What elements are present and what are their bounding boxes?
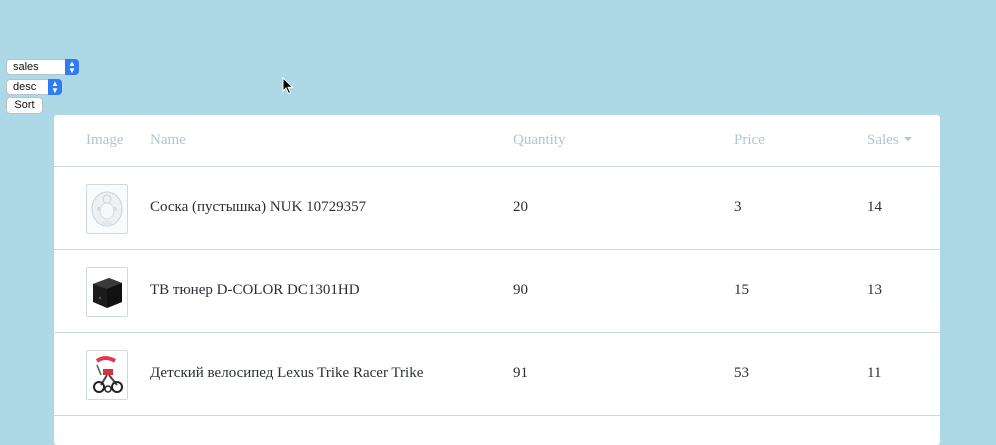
select-stepper-icon: ▲ ▼ [65,59,79,75]
mouse-pointer-icon [282,77,294,95]
cell-name: ТВ тюнер D-COLOR DC1301HD [150,282,360,298]
table-row[interactable]: Детский велосипед Lexus Trike Racer Trik… [54,333,940,416]
column-header-quantity[interactable]: Quantity [513,132,566,149]
select-stepper-icon: ▲ ▼ [48,79,62,95]
column-header-image[interactable]: Image [86,132,123,149]
cell-quantity: 20 [513,199,528,215]
column-header-sales[interactable]: Sales [867,132,912,149]
cell-price: 3 [734,199,742,215]
table-row[interactable]: ТВ тюнер D-COLOR DC1301HD 90 15 13 [54,250,940,333]
cell-sales: 13 [867,282,882,298]
cell-price: 15 [734,282,749,298]
sort-order-select-value: desc [13,81,37,93]
sort-order-select[interactable]: desc ▲ ▼ [6,79,62,95]
column-header-price[interactable]: Price [734,132,765,149]
sort-by-select-value: sales [13,61,39,73]
pacifier-photo-icon [86,184,128,234]
column-header-name[interactable]: Name [150,132,186,149]
cell-name: Детский велосипед Lexus Trike Racer Trik… [150,365,424,381]
sort-desc-caret-icon [903,137,912,141]
cell-quantity: 91 [513,365,528,381]
kids-tricycle-photo-icon [86,350,128,400]
cell-sales: 14 [867,199,882,215]
cell-price: 53 [734,365,749,381]
tv-tuner-cube-photo-icon [86,267,128,317]
cell-sales: 11 [867,365,882,381]
cell-name: Соска (пустышка) NUK 10729357 [150,199,367,215]
sort-button[interactable]: Sort [6,97,43,114]
sort-by-select[interactable]: sales ▲ ▼ [6,59,79,75]
table-row[interactable]: Соска (пустышка) NUK 10729357 20 3 14 [54,167,940,250]
products-table: Image Name Quantity Price Sales Соска (п… [54,115,940,445]
table-header-row: Image Name Quantity Price Sales [54,115,940,167]
cell-quantity: 90 [513,282,528,298]
column-header-sales-label: Sales [867,132,899,148]
